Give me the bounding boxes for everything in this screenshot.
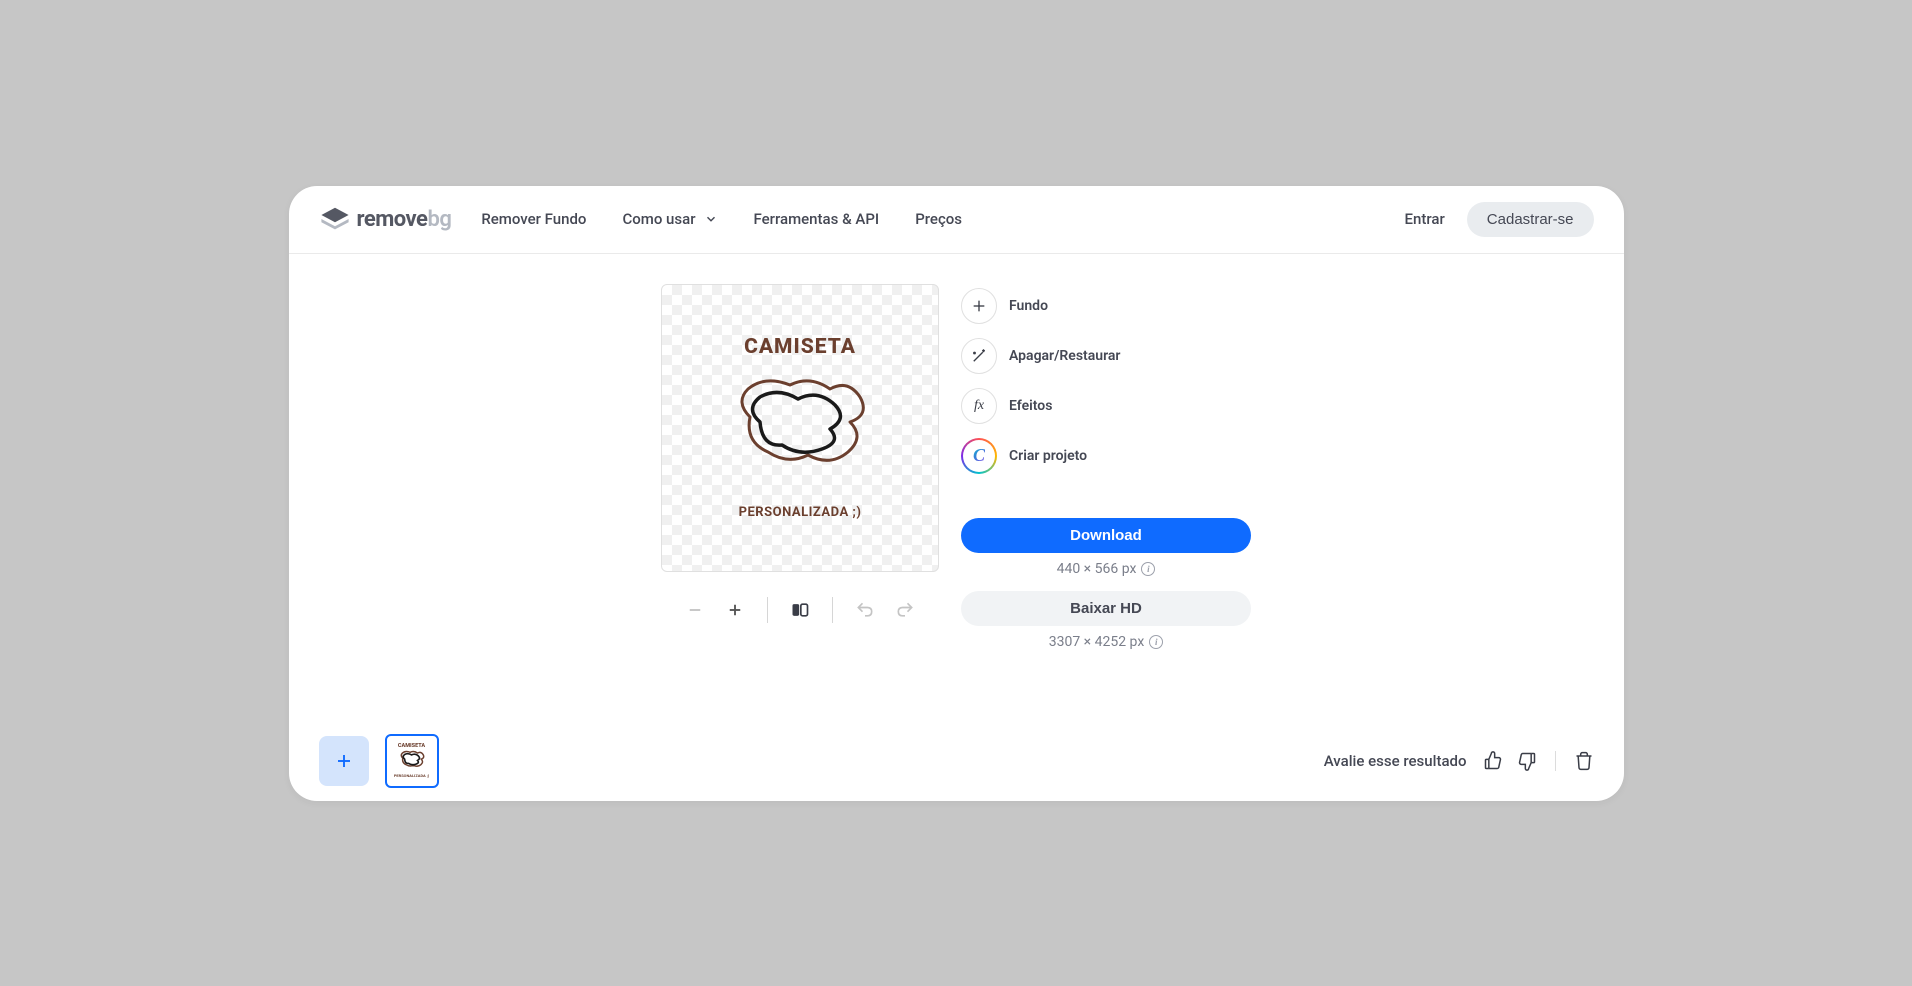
- toolbar-divider: [832, 597, 833, 623]
- action-background[interactable]: Fundo: [961, 288, 1251, 324]
- app-window: removebg Remover Fundo Como usar Ferrame…: [289, 186, 1624, 801]
- login-link[interactable]: Entrar: [1405, 210, 1445, 228]
- auth: Entrar Cadastrar-se: [1405, 202, 1594, 237]
- action-erase-restore[interactable]: Apagar/Restaurar: [961, 338, 1251, 374]
- toolbar-divider: [767, 597, 768, 623]
- rating-icons: [1483, 751, 1594, 771]
- actions-column: Fundo Apagar/Restaurar fx Efeitos: [961, 284, 1251, 721]
- minus-icon: [686, 601, 704, 619]
- action-effects-label: Efeitos: [1009, 398, 1052, 414]
- rating-label: Avalie esse resultado: [1324, 752, 1467, 770]
- plus-icon: [335, 752, 353, 770]
- canva-icon-circle: C: [961, 438, 997, 474]
- wand-icon-circle: [961, 338, 997, 374]
- download-resolution: 440 × 566 px i: [961, 561, 1251, 577]
- preview-shape: [720, 367, 880, 497]
- nav: Remover Fundo Como usar Ferramentas & AP…: [481, 210, 1404, 228]
- download-hd-button[interactable]: Baixar HD: [961, 591, 1251, 626]
- logo[interactable]: removebg: [319, 206, 452, 232]
- thumbs-down-button[interactable]: [1517, 751, 1537, 771]
- preview-content: CAMISETA PERSONALIZADA ;): [672, 335, 928, 520]
- info-icon[interactable]: i: [1149, 635, 1163, 649]
- download-hd-resolution: 3307 × 4252 px i: [961, 634, 1251, 650]
- info-icon[interactable]: i: [1141, 562, 1155, 576]
- nav-how-to[interactable]: Como usar: [622, 210, 717, 228]
- preview-box[interactable]: CAMISETA PERSONALIZADA ;): [661, 284, 939, 572]
- plus-icon: [726, 601, 744, 619]
- nav-how-to-label: Como usar: [622, 210, 695, 228]
- nav-remove-bg[interactable]: Remover Fundo: [481, 210, 586, 228]
- logo-text: removebg: [357, 207, 452, 232]
- canva-icon: C: [973, 445, 985, 466]
- plus-icon-circle: [961, 288, 997, 324]
- logo-icon: [319, 206, 351, 232]
- thumbs-up-icon: [1483, 751, 1503, 771]
- zoom-in-button[interactable]: [715, 590, 755, 630]
- rating: Avalie esse resultado: [1324, 751, 1594, 771]
- compare-icon: [790, 600, 810, 620]
- thumbs-down-icon: [1517, 751, 1537, 771]
- preview-column: CAMISETA PERSONALIZADA ;): [661, 284, 939, 721]
- thumb-shape: [395, 749, 429, 773]
- redo-icon: [895, 600, 915, 620]
- header: removebg Remover Fundo Como usar Ferrame…: [289, 186, 1624, 254]
- preview-subtitle: PERSONALIZADA ;): [739, 505, 862, 520]
- signup-button[interactable]: Cadastrar-se: [1467, 202, 1594, 237]
- nav-tools-api[interactable]: Ferramentas & API: [754, 210, 880, 228]
- thumbs-up-button[interactable]: [1483, 751, 1503, 771]
- download-resolution-text: 440 × 566 px: [1057, 561, 1137, 577]
- thumbnails: CAMISETA PERSONALIZADA ;): [319, 734, 439, 788]
- toolbar: [675, 590, 925, 630]
- rating-divider: [1555, 751, 1556, 771]
- fx-icon: fx: [974, 398, 984, 414]
- main: CAMISETA PERSONALIZADA ;): [289, 254, 1624, 721]
- thumb-subtitle: PERSONALIZADA ;): [394, 773, 429, 778]
- zoom-out-button[interactable]: [675, 590, 715, 630]
- download-hd-resolution-text: 3307 × 4252 px: [1049, 634, 1145, 650]
- action-effects[interactable]: fx Efeitos: [961, 388, 1251, 424]
- compare-button[interactable]: [780, 590, 820, 630]
- trash-icon: [1574, 751, 1594, 771]
- undo-icon: [855, 600, 875, 620]
- download-button[interactable]: Download: [961, 518, 1251, 553]
- undo-button[interactable]: [845, 590, 885, 630]
- thumbnail-selected[interactable]: CAMISETA PERSONALIZADA ;): [385, 734, 439, 788]
- plus-icon: [971, 298, 987, 314]
- action-create-label: Criar projeto: [1009, 448, 1087, 464]
- action-background-label: Fundo: [1009, 298, 1048, 314]
- nav-pricing[interactable]: Preços: [915, 210, 962, 228]
- chevron-down-icon: [704, 212, 718, 226]
- download-section: Download 440 × 566 px i Baixar HD 3307 ×…: [961, 518, 1251, 650]
- footer: CAMISETA PERSONALIZADA ;) Avalie esse re…: [289, 721, 1624, 801]
- action-create-project[interactable]: C Criar projeto: [961, 438, 1251, 474]
- preview-title: CAMISETA: [744, 335, 856, 359]
- action-erase-label: Apagar/Restaurar: [1009, 348, 1120, 364]
- add-image-button[interactable]: [319, 736, 369, 786]
- delete-button[interactable]: [1574, 751, 1594, 771]
- fx-icon-circle: fx: [961, 388, 997, 424]
- wand-icon: [970, 347, 988, 365]
- redo-button[interactable]: [885, 590, 925, 630]
